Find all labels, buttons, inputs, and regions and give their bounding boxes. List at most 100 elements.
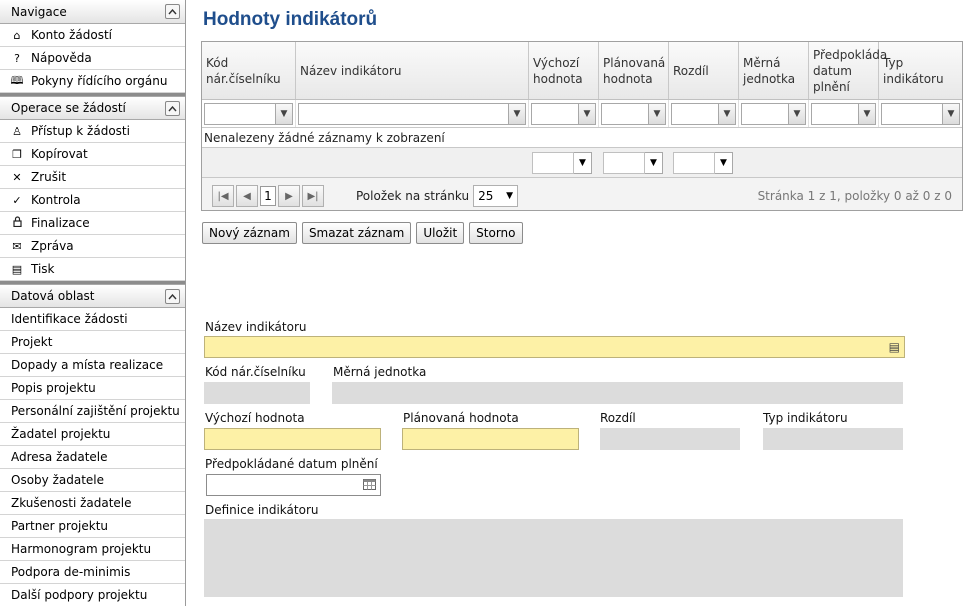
sidebar-item-staffing[interactable]: Personální zajištění projektu (0, 400, 185, 423)
filter-icon[interactable]: ▼ (649, 102, 666, 125)
column-header-expected-date[interactable]: Předpokláda datum plnění (809, 42, 887, 99)
initial-value-field[interactable] (204, 428, 381, 450)
chevron-down-icon[interactable]: ▼ (574, 152, 592, 174)
sidebar-item-label: Konto žádostí (31, 28, 112, 42)
collapse-icon[interactable] (165, 4, 180, 19)
save-button[interactable]: Uložit (416, 222, 465, 244)
sidebar-item-label: Zrušit (31, 170, 67, 184)
new-record-button[interactable]: Nový záznam (202, 222, 297, 244)
sidebar-item-persons[interactable]: Osoby žadatele (0, 469, 185, 492)
filter-input-name[interactable] (298, 102, 509, 125)
next-page-button[interactable]: ▶ (278, 185, 300, 207)
collapse-icon[interactable] (165, 101, 180, 116)
list-icon[interactable]: ▤ (889, 340, 900, 354)
print-icon: ▤ (11, 262, 23, 276)
unit-label: Měrná jednotka (333, 365, 427, 379)
filter-cell: ▼ (739, 100, 809, 127)
sidebar-item-description[interactable]: Popis projektu (0, 377, 185, 400)
sidebar-item-cancel[interactable]: ✕ Zrušit (0, 166, 185, 189)
page-title: Hodnoty indikátorů (203, 9, 378, 30)
sidebar-item-schedule[interactable]: Harmonogram projektu (0, 538, 185, 561)
sidebar-item-identification[interactable]: Identifikace žádosti (0, 308, 185, 331)
page-number-input[interactable]: 1 (260, 186, 276, 206)
filter-input-planned[interactable] (601, 102, 649, 125)
chevron-down-icon[interactable]: ▼ (645, 152, 663, 174)
filter-input-type[interactable] (881, 102, 943, 125)
calendar-icon[interactable] (363, 478, 376, 493)
indicator-type-label: Typ indikátoru (763, 411, 848, 425)
column-header-code[interactable]: Kód nár.číselníku (202, 42, 296, 99)
difference-field (600, 428, 740, 450)
empty-message: Nenalezeny žádné záznamy k zobrazení (202, 128, 962, 148)
filter-input-initial[interactable] (531, 102, 579, 125)
pager: |◀ ◀ 1 ▶ ▶| Položek na stránku 25 ▼ Strán… (202, 181, 962, 211)
filter-input-code[interactable] (204, 102, 276, 125)
sidebar-item-project[interactable]: Projekt (0, 331, 185, 354)
expected-date-field[interactable] (206, 474, 381, 496)
filter-icon[interactable]: ▼ (276, 102, 293, 125)
column-header-unit[interactable]: Měrná jednotka (739, 42, 809, 99)
chevron-down-icon[interactable]: ▼ (715, 152, 733, 174)
filter-icon[interactable]: ▼ (859, 102, 876, 125)
sidebar-item-other-support[interactable]: Další podpory projektu (0, 584, 185, 606)
filter-icon[interactable]: ▼ (719, 102, 736, 125)
filter-cell: ▼ (809, 100, 879, 127)
sidebar-item-konto[interactable]: ⌂ Konto žádostí (0, 24, 185, 47)
filter-input-unit[interactable] (741, 102, 789, 125)
filter-input-difference[interactable] (671, 102, 719, 125)
sidebar-item-finalize[interactable]: Finalizace (0, 212, 185, 235)
section-title: Operace se žádostí (11, 101, 126, 115)
sidebar-item-help[interactable]: ? Nápověda (0, 47, 185, 70)
sidebar-item-applicant[interactable]: Žadatel projektu (0, 423, 185, 446)
sidebar-item-partner[interactable]: Partner projektu (0, 515, 185, 538)
column-header-type[interactable]: Typ indikátoru (879, 42, 962, 99)
filter-cell: ▼ (669, 100, 739, 127)
delete-record-button[interactable]: Smazat záznam (301, 222, 412, 244)
sidebar-item-experience[interactable]: Zkušenosti žadatele (0, 492, 185, 515)
page-size-select[interactable]: 25 ▼ (473, 185, 519, 207)
section-header-operations[interactable]: Operace se žádostí (0, 96, 185, 120)
sidebar-item-print[interactable]: ▤ Tisk (0, 258, 185, 281)
column-header-initial-value[interactable]: Výchozí hodnota (529, 42, 599, 99)
filter-icon[interactable]: ▼ (789, 102, 806, 125)
aggregate-select[interactable]: ▼ (673, 152, 733, 174)
grid-header: Kód nár.číselníku Název indikátoru Výcho… (202, 42, 962, 100)
unit-field (332, 382, 903, 404)
sidebar-item-de-minimis[interactable]: Podpora de-minimis (0, 561, 185, 584)
section-header-navigation[interactable]: Navigace (0, 0, 185, 24)
first-page-button[interactable]: |◀ (212, 185, 234, 207)
code-label: Kód nár.číselníku (205, 365, 306, 379)
difference-label: Rozdíl (600, 411, 636, 425)
planned-value-field[interactable] (402, 428, 579, 450)
sidebar-item-message[interactable]: ✉ Zpráva (0, 235, 185, 258)
column-header-planned-value[interactable]: Plánovaná hodnota (599, 42, 669, 99)
aggregate-select[interactable]: ▼ (603, 152, 663, 174)
last-page-button[interactable]: ▶| (302, 185, 324, 207)
sidebar-item-label: Zpráva (31, 239, 74, 253)
mail-icon: ✉ (12, 239, 22, 253)
sidebar-item-access[interactable]: ♙ Přístup k žádosti (0, 120, 185, 143)
sidebar-item-guidelines[interactable]: 🕮 Pokyny řídícího orgánu (0, 70, 185, 93)
filter-input-date[interactable] (811, 102, 859, 125)
indicator-name-field[interactable]: ▤ (204, 336, 905, 358)
filter-icon[interactable]: ▼ (509, 102, 526, 125)
section-header-data-area[interactable]: Datová oblast (0, 284, 185, 308)
filter-icon[interactable]: ▼ (579, 102, 596, 125)
collapse-icon[interactable] (165, 289, 180, 304)
sidebar-item-check[interactable]: ✓ Kontrola (0, 189, 185, 212)
column-header-name[interactable]: Název indikátoru (296, 42, 529, 99)
sidebar-item-label: Nápověda (31, 51, 92, 65)
aggregate-select[interactable]: ▼ (532, 152, 592, 174)
sidebar-item-address[interactable]: Adresa žadatele (0, 446, 185, 469)
page-size-value: 25 (478, 189, 494, 203)
prev-page-button[interactable]: ◀ (236, 185, 258, 207)
sidebar-item-label: Tisk (31, 262, 55, 276)
sidebar-item-impacts[interactable]: Dopady a místa realizace (0, 354, 185, 377)
main-content: Hodnoty indikátorů Kód nár.číselníku Náz… (186, 0, 976, 606)
sidebar-item-label: Kopírovat (31, 147, 88, 161)
chevron-down-icon: ▼ (506, 191, 514, 201)
sidebar-item-copy[interactable]: ❐ Kopírovat (0, 143, 185, 166)
filter-icon[interactable]: ▼ (943, 102, 960, 125)
cancel-button[interactable]: Storno (469, 222, 523, 244)
column-header-difference[interactable]: Rozdíl (669, 42, 739, 99)
